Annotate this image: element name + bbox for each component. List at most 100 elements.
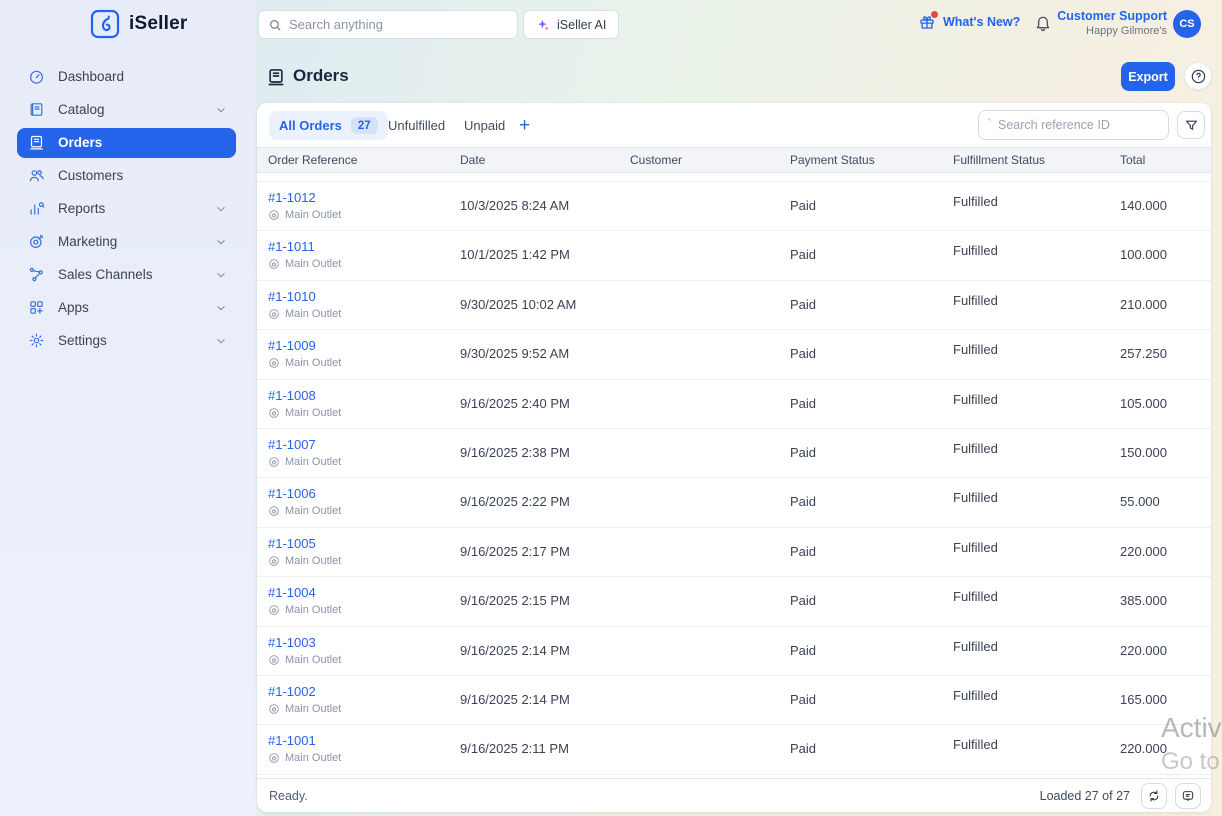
tab-unpaid[interactable]: Unpaid (464, 111, 505, 140)
reference-search (978, 110, 1169, 140)
order-reference-link[interactable]: #1-1003 (268, 635, 316, 650)
table-row[interactable]: #1-1012 Main Outlet 10/3/2025 8:24 AM Paid F… (257, 182, 1211, 232)
activate-watermark-line1: Activ (1161, 712, 1222, 743)
chevron-down-icon (214, 235, 228, 249)
order-reference-link[interactable]: #1-1010 (268, 289, 316, 304)
sidebar-item-catalog[interactable]: Catalog (17, 93, 236, 126)
sidebar-item-dashboard[interactable]: Dashboard (17, 60, 236, 93)
store-icon (268, 407, 280, 419)
sidebar-item-sales-channels[interactable]: Sales Channels (17, 258, 236, 291)
col-fulfillment-status: Fulfillment Status (953, 153, 1046, 167)
table-row[interactable]: #1-1003 Main Outlet 9/16/2025 2:14 PM Paid F… (257, 626, 1211, 676)
store-icon (268, 604, 280, 616)
order-reference-link[interactable]: #1-1008 (268, 388, 316, 403)
refresh-button[interactable] (1141, 782, 1167, 809)
sidebar-item-apps[interactable]: Apps (17, 291, 236, 324)
table-row[interactable]: #1-1005 Main Outlet 9/16/2025 2:17 PM Paid F… (257, 527, 1211, 578)
table-row[interactable]: #1-1006 Main Outlet 9/16/2025 2:22 PM Paid F… (257, 478, 1211, 528)
sidebar-item-reports[interactable]: Reports (17, 192, 236, 225)
target-icon (28, 233, 45, 250)
table-row[interactable]: #1-1010 Main Outlet 9/30/2025 10:02 AM Paid… (257, 280, 1211, 331)
reference-search-input[interactable] (998, 118, 1159, 132)
payment-status: Paid (790, 642, 817, 658)
fulfillment-status: Fulfilled (953, 490, 998, 506)
fulfillment-status: Fulfilled (953, 539, 998, 555)
table-row[interactable]: #1-1002 Main Outlet 9/16/2025 2:14 PM Paid F… (257, 675, 1211, 726)
tab-unfulfilled[interactable]: Unfulfilled (388, 111, 445, 140)
order-reference-link[interactable]: #1-1009 (268, 338, 316, 353)
table-row[interactable]: #1-1008 Main Outlet 9/16/2025 2:40 PM Paid F… (257, 379, 1211, 429)
table-row[interactable]: #1-1004 Main Outlet 9/16/2025 2:15 PM Paid F… (257, 577, 1211, 627)
add-view-button[interactable]: + (519, 111, 530, 140)
col-date: Date (460, 153, 486, 167)
order-reference-link[interactable]: #1-1006 (268, 486, 316, 501)
store-name: Happy Gilmore's (1086, 25, 1167, 37)
ai-button-label: iSeller AI (557, 17, 607, 32)
store-icon (268, 505, 280, 517)
order-total: 385.000 (1120, 593, 1167, 609)
payment-status: Paid (790, 247, 817, 263)
log-button[interactable] (1175, 782, 1201, 809)
sidebar-nav: Dashboard Catalog Orders Customers Reports Ma… (17, 60, 236, 357)
payment-status: Paid (790, 444, 817, 460)
help-button[interactable] (1184, 62, 1212, 90)
payment-status: Paid (790, 494, 817, 510)
store-icon (268, 555, 280, 567)
users-icon (28, 167, 45, 184)
tab-all-orders[interactable]: All Orders 27 (269, 111, 388, 140)
order-date: 9/16/2025 2:11 PM (460, 741, 569, 757)
sidebar: iSeller Dashboard Catalog Orders Customers R… (0, 0, 256, 816)
sidebar-item-customers[interactable]: Customers (17, 159, 236, 192)
table-row[interactable]: #1-1011 Main Outlet 10/1/2025 1:42 PM Paid F… (257, 231, 1211, 281)
account-name: Customer Support (1057, 9, 1167, 23)
table-header: Order Reference Date Customer Payment St… (257, 147, 1211, 173)
order-date: 9/30/2025 10:02 AM (460, 296, 577, 312)
order-total: 220.000 (1120, 642, 1167, 658)
export-button[interactable]: Export (1121, 62, 1175, 91)
store-icon (268, 654, 280, 666)
sidebar-item-label: Orders (58, 135, 103, 150)
sparkles-icon (536, 18, 550, 32)
order-reference-link[interactable]: #1-1007 (268, 437, 316, 452)
table-row[interactable]: #1-1009 Main Outlet 9/30/2025 9:52 AM Paid F… (257, 330, 1211, 380)
account-menu[interactable]: Customer Support Happy Gilmore's (1007, 9, 1167, 37)
chevron-down-icon (214, 103, 228, 117)
order-reference-link[interactable]: #1-1011 (268, 239, 315, 254)
avatar[interactable]: CS (1173, 10, 1201, 38)
order-reference-link[interactable]: #1-1001 (268, 733, 316, 748)
order-reference-link[interactable]: #1-1012 (268, 190, 316, 205)
sidebar-item-orders[interactable]: Orders (17, 127, 236, 158)
order-reference-link[interactable]: #1-1002 (268, 684, 316, 699)
global-search (258, 10, 518, 39)
table-row[interactable]: #1-1007 Main Outlet 9/16/2025 2:38 PM Paid F… (257, 428, 1211, 479)
order-date: 10/3/2025 8:24 AM (460, 198, 570, 213)
store-icon (268, 258, 280, 270)
global-search-input[interactable] (289, 17, 508, 32)
sidebar-item-marketing[interactable]: Marketing (17, 225, 236, 258)
iseller-ai-button[interactable]: iSeller AI (523, 10, 620, 39)
table-row-partial (257, 173, 1211, 182)
status-bar: Ready. Loaded 27 of 27 (257, 778, 1211, 812)
table-row[interactable]: #1-1001 Main Outlet 9/16/2025 2:11 PM Paid F… (257, 725, 1211, 775)
sidebar-item-label: Reports (58, 201, 106, 216)
fulfillment-status: Fulfilled (953, 292, 998, 308)
iseller-logo-icon (90, 9, 120, 39)
sidebar-item-settings[interactable]: Settings (17, 324, 236, 357)
store-icon (268, 308, 280, 320)
outlet-label: Main Outlet (268, 258, 341, 270)
payment-status: Paid (790, 198, 817, 213)
payment-status: Paid (790, 543, 817, 559)
order-total: 165.000 (1120, 691, 1167, 707)
filter-button[interactable] (1177, 111, 1205, 139)
fulfillment-status: Fulfilled (953, 737, 998, 753)
order-date: 9/16/2025 2:17 PM (460, 543, 570, 559)
outlet-label: Main Outlet (268, 604, 341, 616)
outlet-label: Main Outlet (268, 407, 341, 419)
brand-logo[interactable]: iSeller (90, 9, 187, 39)
store-icon (268, 456, 280, 468)
order-reference-link[interactable]: #1-1005 (268, 536, 316, 551)
col-customer: Customer (630, 153, 683, 167)
order-reference-link[interactable]: #1-1004 (268, 585, 316, 600)
chevron-down-icon (214, 301, 228, 315)
whats-new-button[interactable]: What's New? (918, 11, 1020, 31)
